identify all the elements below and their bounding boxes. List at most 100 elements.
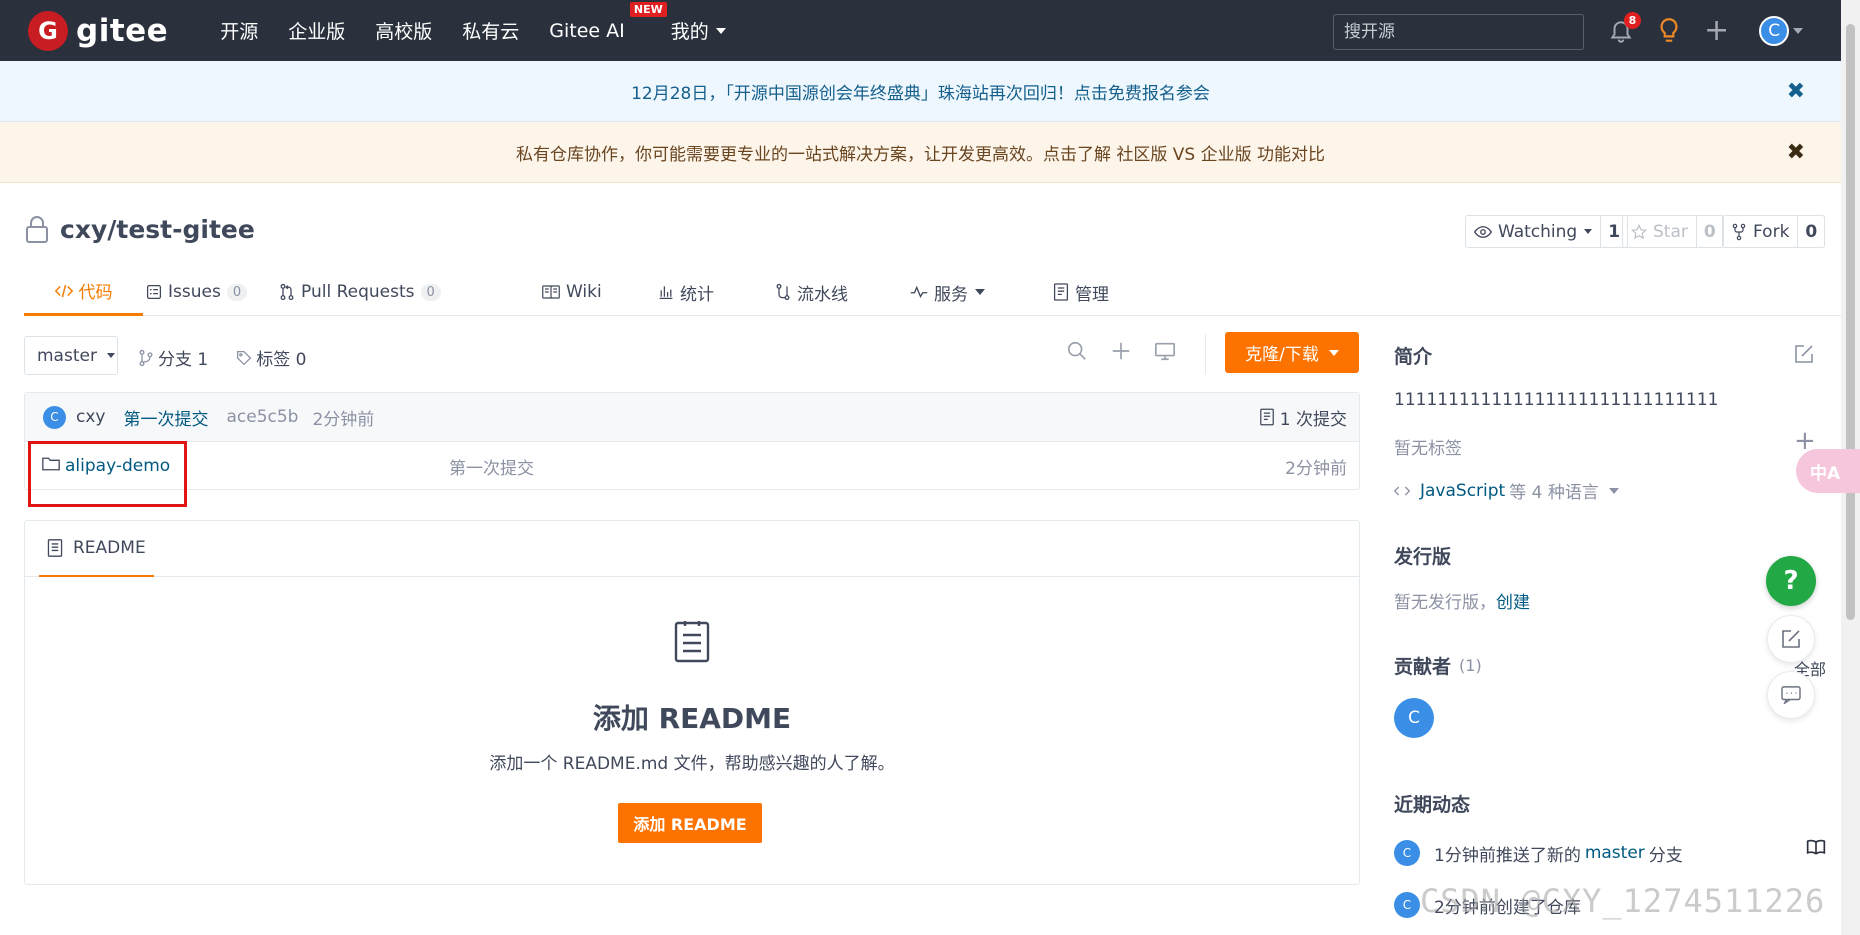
- avatar[interactable]: C: [43, 405, 66, 429]
- language-rest: 等 4 种语言: [1509, 483, 1599, 503]
- edit-feedback-icon: [1782, 630, 1800, 648]
- activity1-post: 分支: [1648, 845, 1683, 866]
- chevron-down-icon[interactable]: [1793, 27, 1804, 34]
- commit-author[interactable]: cxy: [76, 407, 105, 427]
- lock-icon: [26, 216, 48, 243]
- release-title: 发行版: [1394, 546, 1452, 568]
- fork-button-main[interactable]: Fork: [1723, 216, 1797, 247]
- activity1-branch-link[interactable]: master: [1585, 843, 1645, 863]
- readme-header: README: [25, 521, 1359, 577]
- gitee-logo[interactable]: G gitee: [28, 10, 168, 51]
- table-row[interactable]: alipay-demo 第一次提交 2分钟前: [25, 442, 1359, 490]
- book-icon[interactable]: [1806, 838, 1826, 856]
- tags-link[interactable]: 标签 0: [236, 345, 320, 370]
- fork-label: Fork: [1753, 221, 1790, 242]
- file-name[interactable]: alipay-demo: [65, 456, 170, 476]
- avatar[interactable]: C: [1394, 840, 1420, 866]
- nav-item-education[interactable]: 高校版: [375, 17, 432, 44]
- tab-wiki[interactable]: Wiki: [542, 268, 602, 316]
- web-ide-monitor-icon[interactable]: [1154, 340, 1176, 362]
- chat-button[interactable]: [1767, 671, 1815, 719]
- chat-icon: [1781, 686, 1801, 704]
- star-count[interactable]: 0: [1695, 216, 1723, 247]
- readme-empty-title: 添加 README: [592, 702, 792, 735]
- enterprise-banner-text[interactable]: 私有仓库协作，你可能需要更专业的一站式解决方案，让开发更高效。点击了解 社区版 …: [516, 140, 1325, 165]
- tab-code[interactable]: 代码: [24, 268, 143, 316]
- tab-stats[interactable]: 统计: [658, 268, 714, 316]
- search-input[interactable]: [1333, 14, 1584, 50]
- notification-bell[interactable]: 8: [1608, 11, 1641, 44]
- repo-name[interactable]: cxy/test-gitee: [60, 215, 255, 244]
- event-banner-text[interactable]: 12月28日，「开源中国源创会年终盛典」珠海站再次回归！点击免费报名参会: [631, 79, 1210, 104]
- edit-icon[interactable]: [1794, 344, 1814, 364]
- watch-button-group[interactable]: Watching 1: [1465, 215, 1629, 248]
- tab-issues[interactable]: Issues 0: [146, 268, 248, 316]
- tab-services[interactable]: 服务: [910, 268, 985, 316]
- commit-sha[interactable]: ace5c5b: [226, 407, 298, 427]
- manage-doc-icon: [1053, 283, 1069, 301]
- event-banner[interactable]: 12月28日，「开源中国源创会年终盛典」珠海站再次回归！点击免费报名参会 ✖: [0, 61, 1841, 122]
- search-icon[interactable]: [1066, 340, 1088, 362]
- nav-item-private-cloud[interactable]: 私有云: [462, 17, 519, 44]
- nav-item-enterprise[interactable]: 企业版: [288, 17, 345, 44]
- fork-button-group[interactable]: Fork 0: [1722, 215, 1826, 248]
- eye-icon: [1474, 225, 1492, 238]
- tab-pipeline[interactable]: 流水线: [775, 268, 848, 316]
- recent-activity-title: 近期动态: [1394, 794, 1471, 816]
- tab-pipeline-label: 流水线: [797, 284, 848, 305]
- tab-manage[interactable]: 管理: [1053, 268, 1109, 316]
- file-commit-message[interactable]: 第一次提交: [449, 454, 534, 479]
- chevron-down-icon: [1328, 349, 1339, 356]
- feedback-button[interactable]: [1767, 615, 1815, 663]
- toolbar-divider: [1205, 334, 1206, 374]
- create-plus-icon[interactable]: +: [1704, 15, 1729, 46]
- add-file-plus-icon[interactable]: [1110, 340, 1132, 362]
- issues-icon: [146, 284, 162, 300]
- file-tools: [1066, 340, 1198, 362]
- nav-item-opensource[interactable]: 开源: [220, 17, 258, 44]
- star-button-group[interactable]: Star 0: [1622, 215, 1724, 248]
- star-button-main[interactable]: Star: [1623, 216, 1696, 247]
- commit-message[interactable]: 第一次提交: [123, 405, 208, 430]
- language-info[interactable]: JavaScript 等 4 种语言: [1394, 478, 1619, 503]
- watch-button-main[interactable]: Watching: [1466, 216, 1600, 247]
- language-link[interactable]: JavaScript: [1420, 481, 1505, 501]
- wiki-book-icon: [542, 285, 560, 299]
- watch-button[interactable]: Watching 1: [1465, 215, 1629, 248]
- create-release-link[interactable]: 创建: [1496, 593, 1530, 613]
- add-readme-button[interactable]: 添加 README: [618, 803, 762, 843]
- branches-link[interactable]: 分支 1: [138, 345, 222, 370]
- user-avatar[interactable]: C: [1759, 15, 1790, 46]
- commit-count-link[interactable]: 1 次提交: [1259, 405, 1347, 430]
- fork-count[interactable]: 0: [1797, 216, 1824, 247]
- scrollbar-thumb[interactable]: [1846, 24, 1855, 620]
- no-tags-text: 暂无标签: [1394, 439, 1462, 459]
- tab-pull-requests[interactable]: Pull Requests 0: [279, 268, 441, 316]
- readme-tab-label: README: [73, 538, 146, 558]
- readme-tab[interactable]: README: [39, 521, 154, 577]
- close-icon[interactable]: ✖: [1787, 79, 1805, 104]
- clone-download-label: 克隆/下载: [1245, 345, 1319, 365]
- activity1-pre: 1分钟前推送了新的: [1434, 845, 1581, 866]
- avatar[interactable]: C: [1394, 698, 1434, 738]
- translate-widget[interactable]: 中A: [1796, 449, 1860, 493]
- contributors-header: 贡献者 (1): [1394, 652, 1482, 679]
- file-commit-time: 2分钟前: [1285, 458, 1347, 479]
- nav-item-gitee-ai[interactable]: Gitee AI NEW: [549, 1, 667, 42]
- tab-issues-label: Issues: [168, 282, 221, 302]
- help-button[interactable]: ?: [1766, 556, 1816, 606]
- avatar[interactable]: C: [1394, 892, 1420, 918]
- notification-count-badge: 8: [1624, 11, 1641, 29]
- enterprise-banner[interactable]: 私有仓库协作，你可能需要更专业的一站式解决方案，让开发更高效。点击了解 社区版 …: [0, 122, 1841, 183]
- nav-item-mine[interactable]: 我的: [671, 17, 726, 44]
- branch-select[interactable]: master: [24, 336, 118, 375]
- list-item: C 1分钟前推送了新的 master 分支: [1394, 840, 1683, 866]
- fork-button[interactable]: Fork 0: [1722, 215, 1826, 248]
- lightbulb-icon[interactable]: [1656, 17, 1682, 45]
- chevron-down-icon: [975, 289, 985, 295]
- contributors-title: 贡献者: [1394, 656, 1452, 678]
- close-icon[interactable]: ✖: [1787, 140, 1805, 165]
- tab-services-label: 服务: [934, 284, 968, 305]
- clone-download-button[interactable]: 克隆/下载: [1225, 332, 1359, 373]
- star-button[interactable]: Star 0: [1622, 215, 1724, 248]
